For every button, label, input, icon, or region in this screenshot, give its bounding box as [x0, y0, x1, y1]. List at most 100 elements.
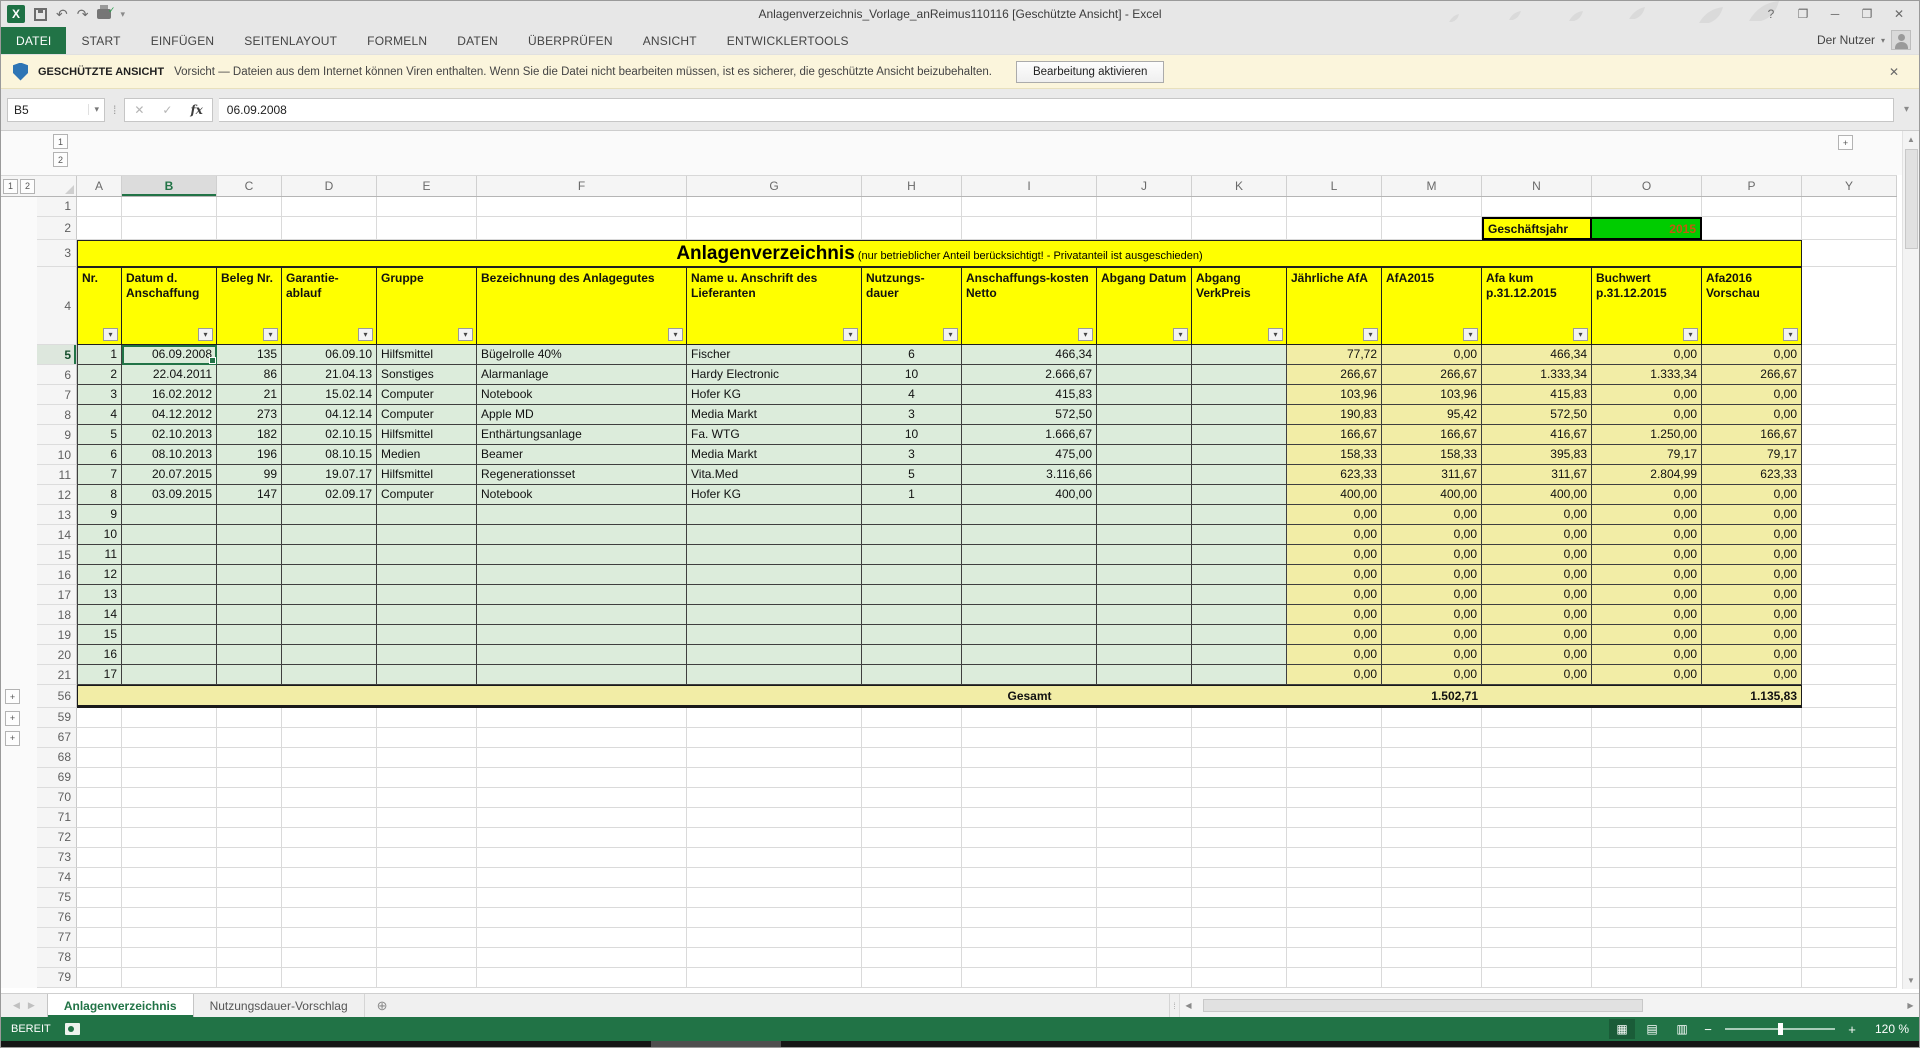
cell-J12[interactable] — [1097, 485, 1192, 505]
ribbon-display-options-icon[interactable]: ❐ — [1789, 4, 1817, 24]
cell-E6[interactable]: Sonstiges — [377, 365, 477, 385]
cell-Y77[interactable] — [1802, 928, 1897, 948]
cell-F77[interactable] — [477, 928, 687, 948]
cell-Y8[interactable] — [1802, 405, 1897, 425]
table-header-G[interactable]: Name u. Anschrift des Lieferanten▾ — [687, 267, 862, 345]
cell-G74[interactable] — [687, 868, 862, 888]
cell-A79[interactable] — [77, 968, 122, 988]
cell-G14[interactable] — [687, 525, 862, 545]
tab-scroll-right-icon[interactable]: ▶ — [28, 1000, 35, 1011]
cell-P17[interactable]: 0,00 — [1702, 585, 1802, 605]
cell-Y67[interactable] — [1802, 728, 1897, 748]
cell-M10[interactable]: 158,33 — [1382, 445, 1482, 465]
column-header-C[interactable]: C — [217, 176, 282, 196]
cell-H17[interactable] — [862, 585, 962, 605]
cell-I10[interactable]: 475,00 — [962, 445, 1097, 465]
cell-Y74[interactable] — [1802, 868, 1897, 888]
save-icon[interactable] — [34, 8, 47, 21]
cell-P79[interactable] — [1702, 968, 1802, 988]
cell-I18[interactable] — [962, 605, 1097, 625]
cell-L7[interactable]: 103,96 — [1287, 385, 1382, 405]
cell-B19[interactable] — [122, 625, 217, 645]
cell-J9[interactable] — [1097, 425, 1192, 445]
cell-G21[interactable] — [687, 665, 862, 685]
cell-C71[interactable] — [217, 808, 282, 828]
outline-expand-row-button[interactable]: + — [5, 689, 20, 704]
total-cell-N[interactable] — [1482, 685, 1592, 708]
filter-dropdown-icon[interactable]: ▾ — [1363, 328, 1378, 341]
cell-I5[interactable]: 466,34 — [962, 345, 1097, 365]
cell-L15[interactable]: 0,00 — [1287, 545, 1382, 565]
cell-F9[interactable]: Enthärtungsanlage — [477, 425, 687, 445]
cell-N21[interactable]: 0,00 — [1482, 665, 1592, 685]
row-header-68[interactable]: 68 — [37, 748, 77, 768]
cell-O69[interactable] — [1592, 768, 1702, 788]
normal-view-icon[interactable]: ▦ — [1609, 1019, 1635, 1039]
cell-Y3[interactable] — [1802, 240, 1897, 267]
cell-N67[interactable] — [1482, 728, 1592, 748]
cell-I12[interactable]: 400,00 — [962, 485, 1097, 505]
help-icon[interactable]: ? — [1757, 4, 1785, 24]
cell-A7[interactable]: 3 — [77, 385, 122, 405]
cell-E13[interactable] — [377, 505, 477, 525]
cell-N18[interactable]: 0,00 — [1482, 605, 1592, 625]
cell-O17[interactable]: 0,00 — [1592, 585, 1702, 605]
filter-dropdown-icon[interactable]: ▾ — [1783, 328, 1798, 341]
cell-D71[interactable] — [282, 808, 377, 828]
column-header-J[interactable]: J — [1097, 176, 1192, 196]
cell-P11[interactable]: 623,33 — [1702, 465, 1802, 485]
user-area[interactable]: Der Nutzer ▾ — [1817, 30, 1911, 50]
cell-E2[interactable] — [377, 217, 477, 240]
cell-C10[interactable]: 196 — [217, 445, 282, 465]
scroll-up-icon[interactable]: ▲ — [1903, 131, 1920, 148]
cell-A17[interactable]: 13 — [77, 585, 122, 605]
cell-L70[interactable] — [1287, 788, 1382, 808]
cell-G12[interactable]: Hofer KG — [687, 485, 862, 505]
name-box-dropdown-icon[interactable]: ▾ — [88, 104, 104, 115]
cell-F10[interactable]: Beamer — [477, 445, 687, 465]
cell-C20[interactable] — [217, 645, 282, 665]
cell-M7[interactable]: 103,96 — [1382, 385, 1482, 405]
cell-E59[interactable] — [377, 708, 477, 728]
cell-A6[interactable]: 2 — [77, 365, 122, 385]
cell-O72[interactable] — [1592, 828, 1702, 848]
cell-K59[interactable] — [1192, 708, 1287, 728]
cell-F78[interactable] — [477, 948, 687, 968]
cell-K14[interactable] — [1192, 525, 1287, 545]
row-header-69[interactable]: 69 — [37, 768, 77, 788]
cell-O77[interactable] — [1592, 928, 1702, 948]
table-header-N[interactable]: Afa kum p.31.12.2015▾ — [1482, 267, 1592, 345]
cell-B78[interactable] — [122, 948, 217, 968]
cell-B59[interactable] — [122, 708, 217, 728]
cell-E78[interactable] — [377, 948, 477, 968]
cell-A8[interactable]: 4 — [77, 405, 122, 425]
cell-E14[interactable] — [377, 525, 477, 545]
cell-P8[interactable]: 0,00 — [1702, 405, 1802, 425]
cell-M59[interactable] — [1382, 708, 1482, 728]
column-header-H[interactable]: H — [862, 176, 962, 196]
cell-N68[interactable] — [1482, 748, 1592, 768]
cell-J2[interactable] — [1097, 217, 1192, 240]
column-header-F[interactable]: F — [477, 176, 687, 196]
zoom-slider-handle[interactable] — [1778, 1023, 1783, 1035]
cell-B71[interactable] — [122, 808, 217, 828]
avatar[interactable] — [1891, 30, 1911, 50]
cell-N10[interactable]: 395,83 — [1482, 445, 1592, 465]
cell-Y75[interactable] — [1802, 888, 1897, 908]
cell-D76[interactable] — [282, 908, 377, 928]
cell-G16[interactable] — [687, 565, 862, 585]
cell-H2[interactable] — [862, 217, 962, 240]
cell-D8[interactable]: 04.12.14 — [282, 405, 377, 425]
table-header-O[interactable]: Buchwert p.31.12.2015▾ — [1592, 267, 1702, 345]
cell-K11[interactable] — [1192, 465, 1287, 485]
cell-I8[interactable]: 572,50 — [962, 405, 1097, 425]
cell-H71[interactable] — [862, 808, 962, 828]
cell-P21[interactable]: 0,00 — [1702, 665, 1802, 685]
cell-Y56[interactable] — [1802, 685, 1897, 708]
cell-N20[interactable]: 0,00 — [1482, 645, 1592, 665]
cell-Y12[interactable] — [1802, 485, 1897, 505]
cell-B76[interactable] — [122, 908, 217, 928]
total-cell-G[interactable] — [687, 685, 862, 708]
cell-I69[interactable] — [962, 768, 1097, 788]
cell-Y17[interactable] — [1802, 585, 1897, 605]
